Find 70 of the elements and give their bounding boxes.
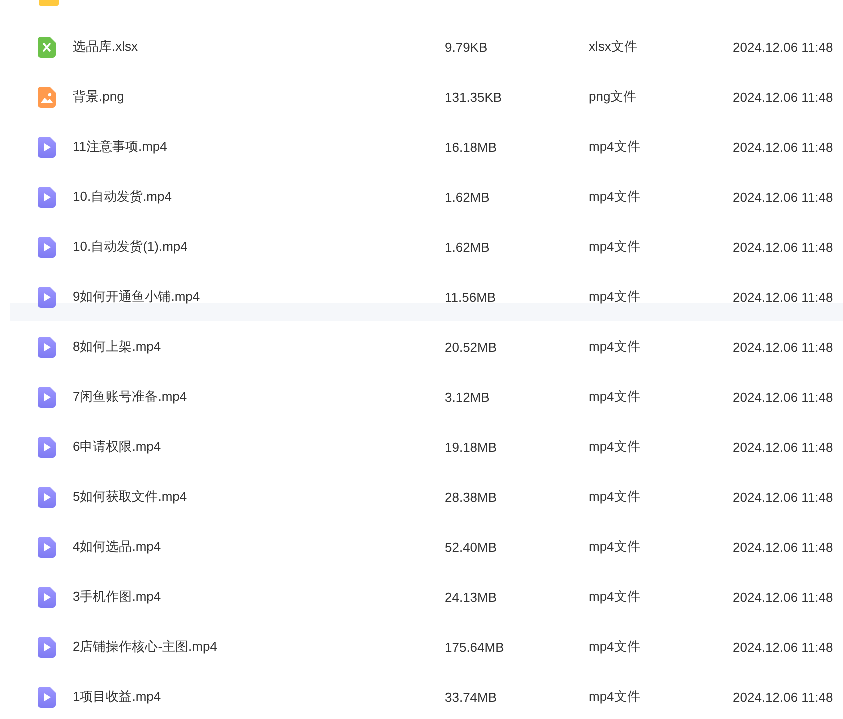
video-file-icon [38, 236, 56, 258]
file-size: 16.18MB [445, 140, 498, 154]
file-name[interactable]: 背景.png [73, 88, 445, 106]
file-type: mp4文件 [589, 188, 642, 206]
file-name[interactable]: 7闲鱼账号准备.mp4 [73, 388, 445, 406]
modified-date: 2024.12.06 11:48 [733, 440, 834, 454]
file-type: mp4文件 [589, 238, 642, 256]
modified-date: 2024.12.06 11:48 [733, 340, 834, 354]
file-size: 24.13MB [445, 590, 498, 604]
file-type: xlsx文件 [589, 38, 638, 56]
file-name[interactable]: 8如何上架.mp4 [73, 338, 445, 356]
video-file-icon [38, 386, 56, 408]
video-file-icon [38, 536, 56, 558]
file-size: 19.18MB [445, 440, 498, 454]
file-size: 33.74MB [445, 690, 498, 704]
file-type: mp4文件 [589, 438, 642, 456]
modified-date: 2024.12.06 11:48 [733, 140, 834, 154]
file-size: 131.35KB [445, 90, 504, 104]
video-file-icon [38, 436, 56, 458]
file-name[interactable]: 10.自动发货.mp4 [73, 188, 445, 206]
file-size: 9.79KB [445, 40, 489, 54]
file-type: png文件 [589, 88, 638, 106]
modified-date: 2024.12.06 11:48 [733, 690, 834, 704]
file-type: mp4文件 [589, 288, 642, 306]
file-name[interactable]: 5如何获取文件.mp4 [73, 488, 445, 506]
modified-date: 2024.12.06 11:48 [733, 290, 834, 304]
spreadsheet-icon [38, 36, 56, 58]
file-type: mp4文件 [589, 138, 642, 156]
file-size: 11.56MB [445, 290, 498, 304]
modified-date: 2024.12.06 11:48 [733, 640, 834, 654]
file-name[interactable]: 10.自动发货(1).mp4 [73, 238, 445, 256]
video-file-icon [38, 186, 56, 208]
file-type: mp4文件 [589, 338, 642, 356]
file-name[interactable]: 9如何开通鱼小铺.mp4 [73, 288, 445, 306]
file-size: 175.64MB [445, 640, 506, 654]
modified-date: 2024.12.06 11:48 [733, 490, 834, 504]
video-file-icon [38, 586, 56, 608]
file-size: 1.62MB [445, 240, 491, 254]
modified-date: 2024.12.06 11:48 [733, 240, 834, 254]
video-file-icon [38, 636, 56, 658]
file-size: 1.62MB [445, 190, 491, 204]
file-name[interactable]: 1项目收益.mp4 [73, 688, 445, 706]
file-type: mp4文件 [589, 388, 642, 406]
file-size: 20.52MB [445, 340, 498, 354]
file-name[interactable]: 选品库.xlsx [73, 38, 445, 56]
video-file-icon [38, 286, 56, 308]
file-size: 3.12MB [445, 390, 491, 404]
file-type: mp4文件 [589, 688, 642, 706]
file-type: mp4文件 [589, 488, 642, 506]
file-type: mp4文件 [589, 588, 642, 606]
file-name[interactable]: 6申请权限.mp4 [73, 438, 445, 456]
file-name[interactable]: 11注意事项.mp4 [73, 138, 445, 156]
image-icon [38, 86, 56, 108]
file-name[interactable]: 4如何选品.mp4 [73, 538, 445, 556]
modified-date: 2024.12.06 11:48 [733, 390, 834, 404]
video-file-icon [38, 486, 56, 508]
video-file-icon [38, 686, 56, 708]
video-file-icon [38, 136, 56, 158]
modified-date: 2024.12.06 11:48 [733, 590, 834, 604]
video-file-icon [38, 336, 56, 358]
file-type: mp4文件 [589, 638, 642, 656]
file-type: mp4文件 [589, 538, 642, 556]
file-size: 28.38MB [445, 490, 498, 504]
file-name[interactable]: 3手机作图.mp4 [73, 588, 445, 606]
modified-date: 2024.12.06 11:48 [733, 40, 834, 54]
modified-date: 2024.12.06 11:48 [733, 540, 834, 554]
modified-date: 2024.12.06 11:48 [733, 90, 834, 104]
file-size: 52.40MB [445, 540, 498, 554]
file-name[interactable]: 2店铺操作核心-主图.mp4 [73, 638, 445, 656]
modified-date: 2024.12.06 11:48 [733, 190, 834, 204]
